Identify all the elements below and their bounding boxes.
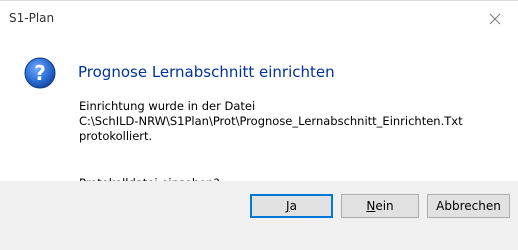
question-icon: ? (24, 57, 56, 89)
close-button[interactable] (472, 1, 518, 37)
cancel-button[interactable]: Abbrechen (427, 194, 510, 218)
file-path: C:\SchILD-NRW\S1Plan\Prot\Prognose_Lerna… (79, 114, 463, 128)
window-title: S1-Plan (9, 11, 55, 25)
title-bar: S1-Plan (0, 1, 518, 37)
svg-text:?: ? (34, 61, 46, 85)
message-dialog: S1-Plan ? Prognose Lernabschnitt einrich… (0, 0, 518, 250)
message-body: Einrichtung wurde in der Datei C:\SchILD… (79, 99, 463, 144)
no-button[interactable]: Nein (341, 194, 419, 218)
close-icon (489, 13, 501, 25)
yes-label-rest: a (289, 199, 297, 213)
cancel-label: Abbrechen (436, 199, 501, 213)
no-label-rest: ein (375, 199, 394, 213)
main-instruction: Prognose Lernabschnitt einrichten (78, 63, 335, 81)
no-access-key: N (366, 199, 376, 213)
dialog-content: ? Prognose Lernabschnitt einrichten Einr… (0, 37, 518, 190)
yes-button[interactable]: Ja (250, 194, 333, 218)
message-line: Einrichtung wurde in der Datei (79, 99, 256, 113)
message-line: protokolliert. (79, 129, 153, 143)
